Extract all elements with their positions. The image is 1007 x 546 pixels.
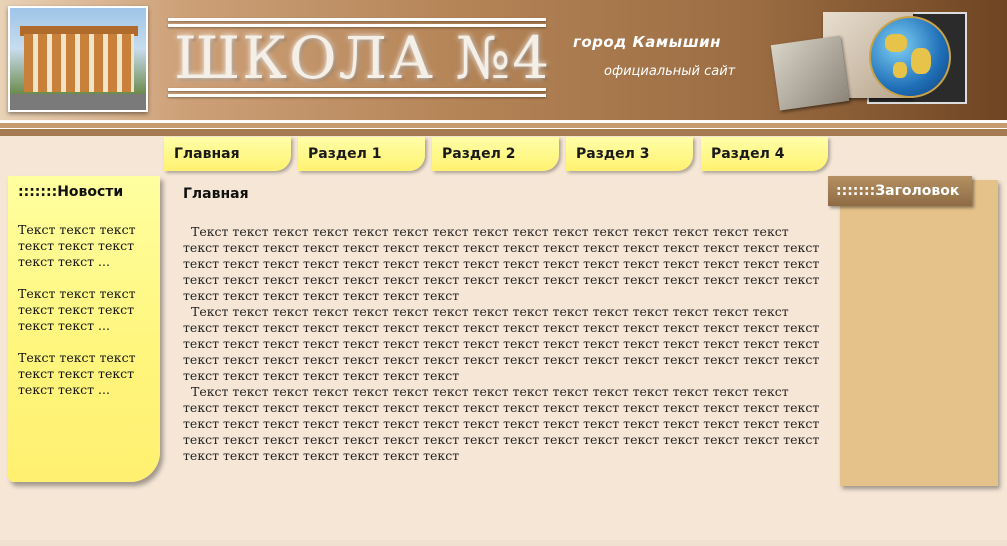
city-label: город Камышин <box>573 33 722 51</box>
main-content: Главная Текст текст текст текст текст те… <box>183 186 823 464</box>
right-sidebar-header: :::::::Заголовок <box>828 176 972 206</box>
content-paragraph: Текст текст текст текст текст текст текс… <box>183 384 820 463</box>
content-paragraph: Текст текст текст текст текст текст текс… <box>183 224 820 303</box>
header-divider <box>0 120 1007 136</box>
official-site-label: официальный сайт <box>604 64 736 79</box>
nav-tab-section-3[interactable]: Раздел 3 <box>566 137 693 171</box>
right-sidebar-title: :::::::Заголовок <box>836 183 960 199</box>
globe-and-books-image <box>770 10 967 111</box>
news-item[interactable]: Текст текст текст текст текст текст текс… <box>18 222 148 270</box>
nav-tab-label: Главная <box>174 146 240 162</box>
nav-tab-section-1[interactable]: Раздел 1 <box>298 137 425 171</box>
site-title: ШКОЛА №4 <box>174 24 552 92</box>
right-sidebar <box>840 180 998 486</box>
main-nav: Главная Раздел 1 Раздел 2 Раздел 3 Разде… <box>0 137 1007 173</box>
nav-tab-label: Раздел 4 <box>711 146 785 162</box>
site-header: ШКОЛА №4 город Камышин официальный сайт <box>0 0 1007 120</box>
page-title: Главная <box>183 186 249 202</box>
footer-strip <box>0 540 1007 546</box>
news-item[interactable]: Текст текст текст текст текст текст текс… <box>18 286 148 334</box>
nav-tab-label: Раздел 3 <box>576 146 650 162</box>
nav-tab-label: Раздел 2 <box>442 146 516 162</box>
nav-tab-home[interactable]: Главная <box>164 137 291 171</box>
nav-tab-section-2[interactable]: Раздел 2 <box>432 137 559 171</box>
news-title: :::::::Новости <box>18 184 124 200</box>
nav-tab-section-4[interactable]: Раздел 4 <box>701 137 828 171</box>
school-photo <box>8 6 148 112</box>
content-paragraph: Текст текст текст текст текст текст текс… <box>183 304 820 383</box>
globe-icon <box>869 16 951 98</box>
news-panel: :::::::Новости Текст текст текст текст т… <box>8 176 160 482</box>
site-title-box: ШКОЛА №4 <box>168 16 549 98</box>
news-item[interactable]: Текст текст текст текст текст текст текс… <box>18 350 148 398</box>
nav-tab-label: Раздел 1 <box>308 146 382 162</box>
